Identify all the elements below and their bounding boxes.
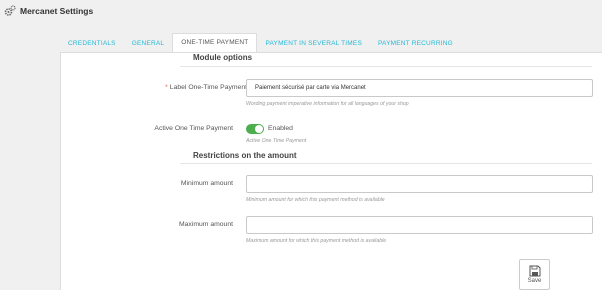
label-one-time-payment-input[interactable]: Paiement sécurisé par carte via Mercanet xyxy=(246,79,593,97)
label-one-time-payment-label: * Label One-Time Payment xyxy=(97,84,247,91)
active-toggle[interactable] xyxy=(246,124,264,134)
required-mark: * xyxy=(165,84,168,91)
section-title-module-options: Module options xyxy=(193,53,253,62)
label-one-time-payment-text: Label One-Time Payment xyxy=(169,84,247,91)
minimum-amount-input[interactable] xyxy=(246,175,593,193)
section-divider xyxy=(180,66,592,67)
settings-tabs: CREDENTIALS GENERAL ONE-TIME PAYMENT PAY… xyxy=(60,33,461,52)
save-button-label: Save xyxy=(527,278,542,284)
tab-general[interactable]: GENERAL xyxy=(124,36,172,52)
save-button[interactable]: Save xyxy=(519,259,550,290)
section-title-restrictions: Restrictions on the amount xyxy=(193,151,297,160)
maximum-amount-label: Maximum amount xyxy=(178,221,233,228)
minimum-amount-label: Minimum amount xyxy=(180,180,233,187)
active-one-time-payment-label: Active One Time Payment xyxy=(154,125,233,132)
label-one-time-payment-help: Wording payment imperative information f… xyxy=(246,101,409,107)
section-divider xyxy=(180,163,592,164)
active-toggle-text: Enabled xyxy=(268,125,293,132)
tab-payment-recurring[interactable]: PAYMENT RECURRING xyxy=(370,36,461,52)
maximum-amount-help: Maximum amount for which this payment me… xyxy=(246,238,387,244)
tab-credentials[interactable]: CREDENTIALS xyxy=(60,36,124,52)
tab-payment-several-times[interactable]: PAYMENT IN SEVERAL TIMES xyxy=(257,36,370,52)
minimum-amount-help: Minimum amount for which this payment me… xyxy=(246,197,385,203)
page-title: Mercanet Settings xyxy=(20,6,94,16)
page-header: Mercanet Settings xyxy=(0,0,602,22)
floppy-disk-icon xyxy=(529,265,540,277)
tab-one-time-payment[interactable]: ONE-TIME PAYMENT xyxy=(172,33,258,52)
cogs-icon xyxy=(4,5,16,16)
active-one-time-payment-help: Active One Time Payment xyxy=(246,138,307,144)
maximum-amount-input[interactable] xyxy=(246,216,593,234)
